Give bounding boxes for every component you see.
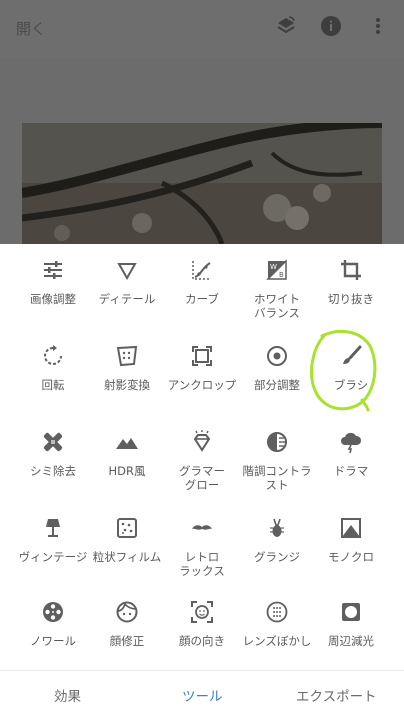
vignette-icon: [342, 603, 360, 621]
tool-grunge[interactable]: グランジ: [237, 516, 317, 564]
tool-rotate[interactable]: 回転: [13, 344, 93, 392]
tool-label: ノワール: [30, 634, 76, 648]
tool-healing[interactable]: シミ除去: [13, 430, 93, 478]
tune-icon: [44, 261, 62, 279]
tab-effects[interactable]: 効果: [54, 685, 81, 705]
image-preview-area: [0, 58, 404, 244]
tonal-contrast-icon: [267, 432, 287, 452]
info-icon[interactable]: [319, 14, 343, 38]
tool-label: HDR風: [108, 464, 146, 478]
tool-label: 周辺減光: [328, 634, 374, 648]
perspective-icon: [116, 345, 138, 367]
tools-panel: 画像調整 ディテール カーブ W B ホワイト バランス 切り抜き 回転 射影変…: [0, 244, 404, 670]
storm-cloud-icon: [341, 432, 362, 454]
tool-label: グランジ: [254, 550, 300, 564]
tool-label: カーブ: [185, 292, 219, 306]
tool-label: アンクロップ: [167, 378, 237, 392]
open-button[interactable]: 開く: [16, 18, 46, 39]
tool-label: シミ除去: [30, 464, 76, 478]
bottom-tab-bar: 効果 ツール エクスポート: [0, 670, 404, 719]
tool-details[interactable]: ディテール: [87, 258, 167, 306]
tool-label: ヴィンテージ: [18, 550, 88, 564]
lamp-icon: [46, 519, 60, 537]
lens-blur-icon: [266, 601, 288, 623]
tool-label: ブラシ: [333, 378, 369, 392]
tool-retrolux[interactable]: レトロ ラックス: [162, 516, 242, 578]
film-reel-icon: [43, 602, 63, 622]
tool-noir[interactable]: ノワール: [13, 600, 93, 648]
tool-lens-blur[interactable]: レンズぼかし: [237, 600, 317, 648]
more-vert-icon[interactable]: [366, 14, 390, 38]
face-frame-icon: [191, 601, 213, 623]
tool-glamour-glow[interactable]: グラマー グロー: [162, 430, 242, 492]
tool-label: 回転: [41, 378, 65, 392]
tool-label: 粒状フィルム: [92, 550, 162, 564]
tool-label: 顔修正: [109, 634, 145, 648]
white-balance-icon: W B: [266, 259, 287, 280]
tool-head-pose[interactable]: 顔の向き: [162, 600, 242, 648]
tool-label: ホワイト バランス: [254, 292, 300, 320]
tool-vintage[interactable]: ヴィンテージ: [13, 516, 93, 564]
face-icon: [116, 601, 138, 623]
tab-export[interactable]: エクスポート: [296, 685, 377, 705]
tool-label: 射影変換: [104, 378, 150, 392]
mustache-icon: [192, 525, 212, 530]
tool-hdr[interactable]: HDR風: [87, 430, 167, 478]
tool-brush[interactable]: ブラシ: [311, 344, 391, 392]
cherry-blossom-photo: [22, 123, 382, 244]
tool-curves[interactable]: カーブ: [162, 258, 242, 306]
tool-selective[interactable]: 部分調整: [237, 344, 317, 392]
tool-label: 階調コントラ スト: [242, 464, 312, 492]
tool-label: ディテール: [98, 292, 156, 306]
top-bar: 開く: [0, 0, 404, 58]
tool-crop[interactable]: 切り抜き: [311, 258, 391, 306]
crop-icon: [341, 260, 361, 280]
grain-icon: [117, 518, 137, 538]
target-icon: [267, 346, 287, 366]
tool-vignette[interactable]: 周辺減光: [311, 600, 391, 648]
tool-label: レトロ ラックス: [179, 550, 225, 578]
brush-icon: [343, 345, 362, 364]
tool-black-white[interactable]: モノクロ: [311, 516, 391, 564]
tool-label: 顔の向き: [179, 634, 225, 648]
tool-drama[interactable]: ドラマ: [311, 430, 391, 478]
tool-grainy-film[interactable]: 粒状フィルム: [87, 516, 167, 564]
tool-image-adjust[interactable]: 画像調整: [13, 258, 93, 306]
healing-icon: [43, 432, 63, 452]
tool-label: グラマー グロー: [179, 464, 225, 492]
triangle-down-icon: [117, 263, 137, 281]
tool-portrait[interactable]: 顔修正: [87, 600, 167, 648]
mountain-frame-icon: [341, 518, 361, 538]
tool-label: 切り抜き: [328, 292, 374, 306]
tool-label: レンズぼかし: [242, 634, 312, 648]
tool-label: モノクロ: [328, 550, 374, 564]
diamond-icon: [193, 430, 211, 452]
tool-tonal-contrast[interactable]: 階調コントラ スト: [237, 430, 317, 492]
expand-icon: [192, 346, 212, 366]
tool-perspective[interactable]: 射影変換: [87, 344, 167, 392]
curve-icon: [192, 261, 211, 280]
svg-text:W: W: [270, 263, 277, 271]
guitar-icon: [270, 518, 284, 537]
tool-label: ドラマ: [333, 464, 369, 478]
mountain-icon: [116, 438, 138, 449]
tool-label: 画像調整: [30, 292, 76, 306]
layers-icon[interactable]: [274, 14, 298, 38]
tool-label: 部分調整: [254, 378, 300, 392]
tab-tools[interactable]: ツール: [182, 685, 223, 705]
rotate-icon: [44, 345, 62, 365]
tool-white-balance[interactable]: W B ホワイト バランス: [237, 258, 317, 320]
svg-text:B: B: [279, 271, 284, 279]
tool-expand[interactable]: アンクロップ: [162, 344, 242, 392]
